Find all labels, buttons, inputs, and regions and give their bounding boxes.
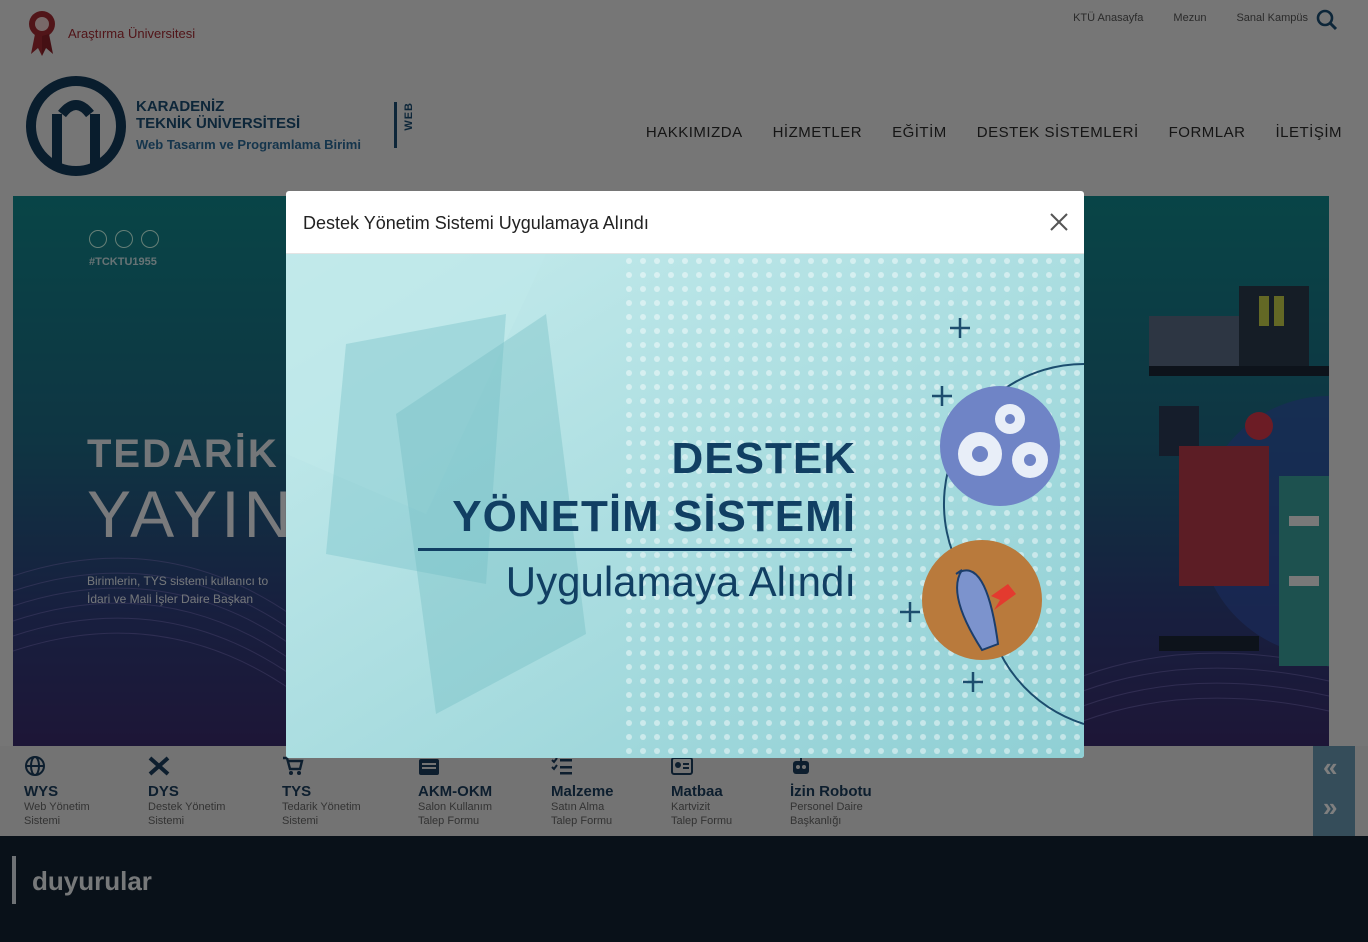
announcement-modal: Destek Yönetim Sistemi Uygulamaya Alındı — [286, 191, 1084, 758]
modal-banner-image: DESTEK YÖNETİM SİSTEMİ Uygulamaya Alındı — [286, 254, 1084, 758]
modal-title: Destek Yönetim Sistemi Uygulamaya Alındı — [303, 213, 649, 233]
banner-line-1: DESTEK — [671, 434, 856, 483]
banner-line-3: Uygulamaya Alındı — [505, 558, 856, 605]
close-icon[interactable] — [1048, 211, 1070, 233]
banner-underline — [418, 548, 852, 551]
modal-header: Destek Yönetim Sistemi Uygulamaya Alındı — [286, 191, 1084, 254]
banner-line-2: YÖNETİM SİSTEMİ — [452, 492, 856, 541]
